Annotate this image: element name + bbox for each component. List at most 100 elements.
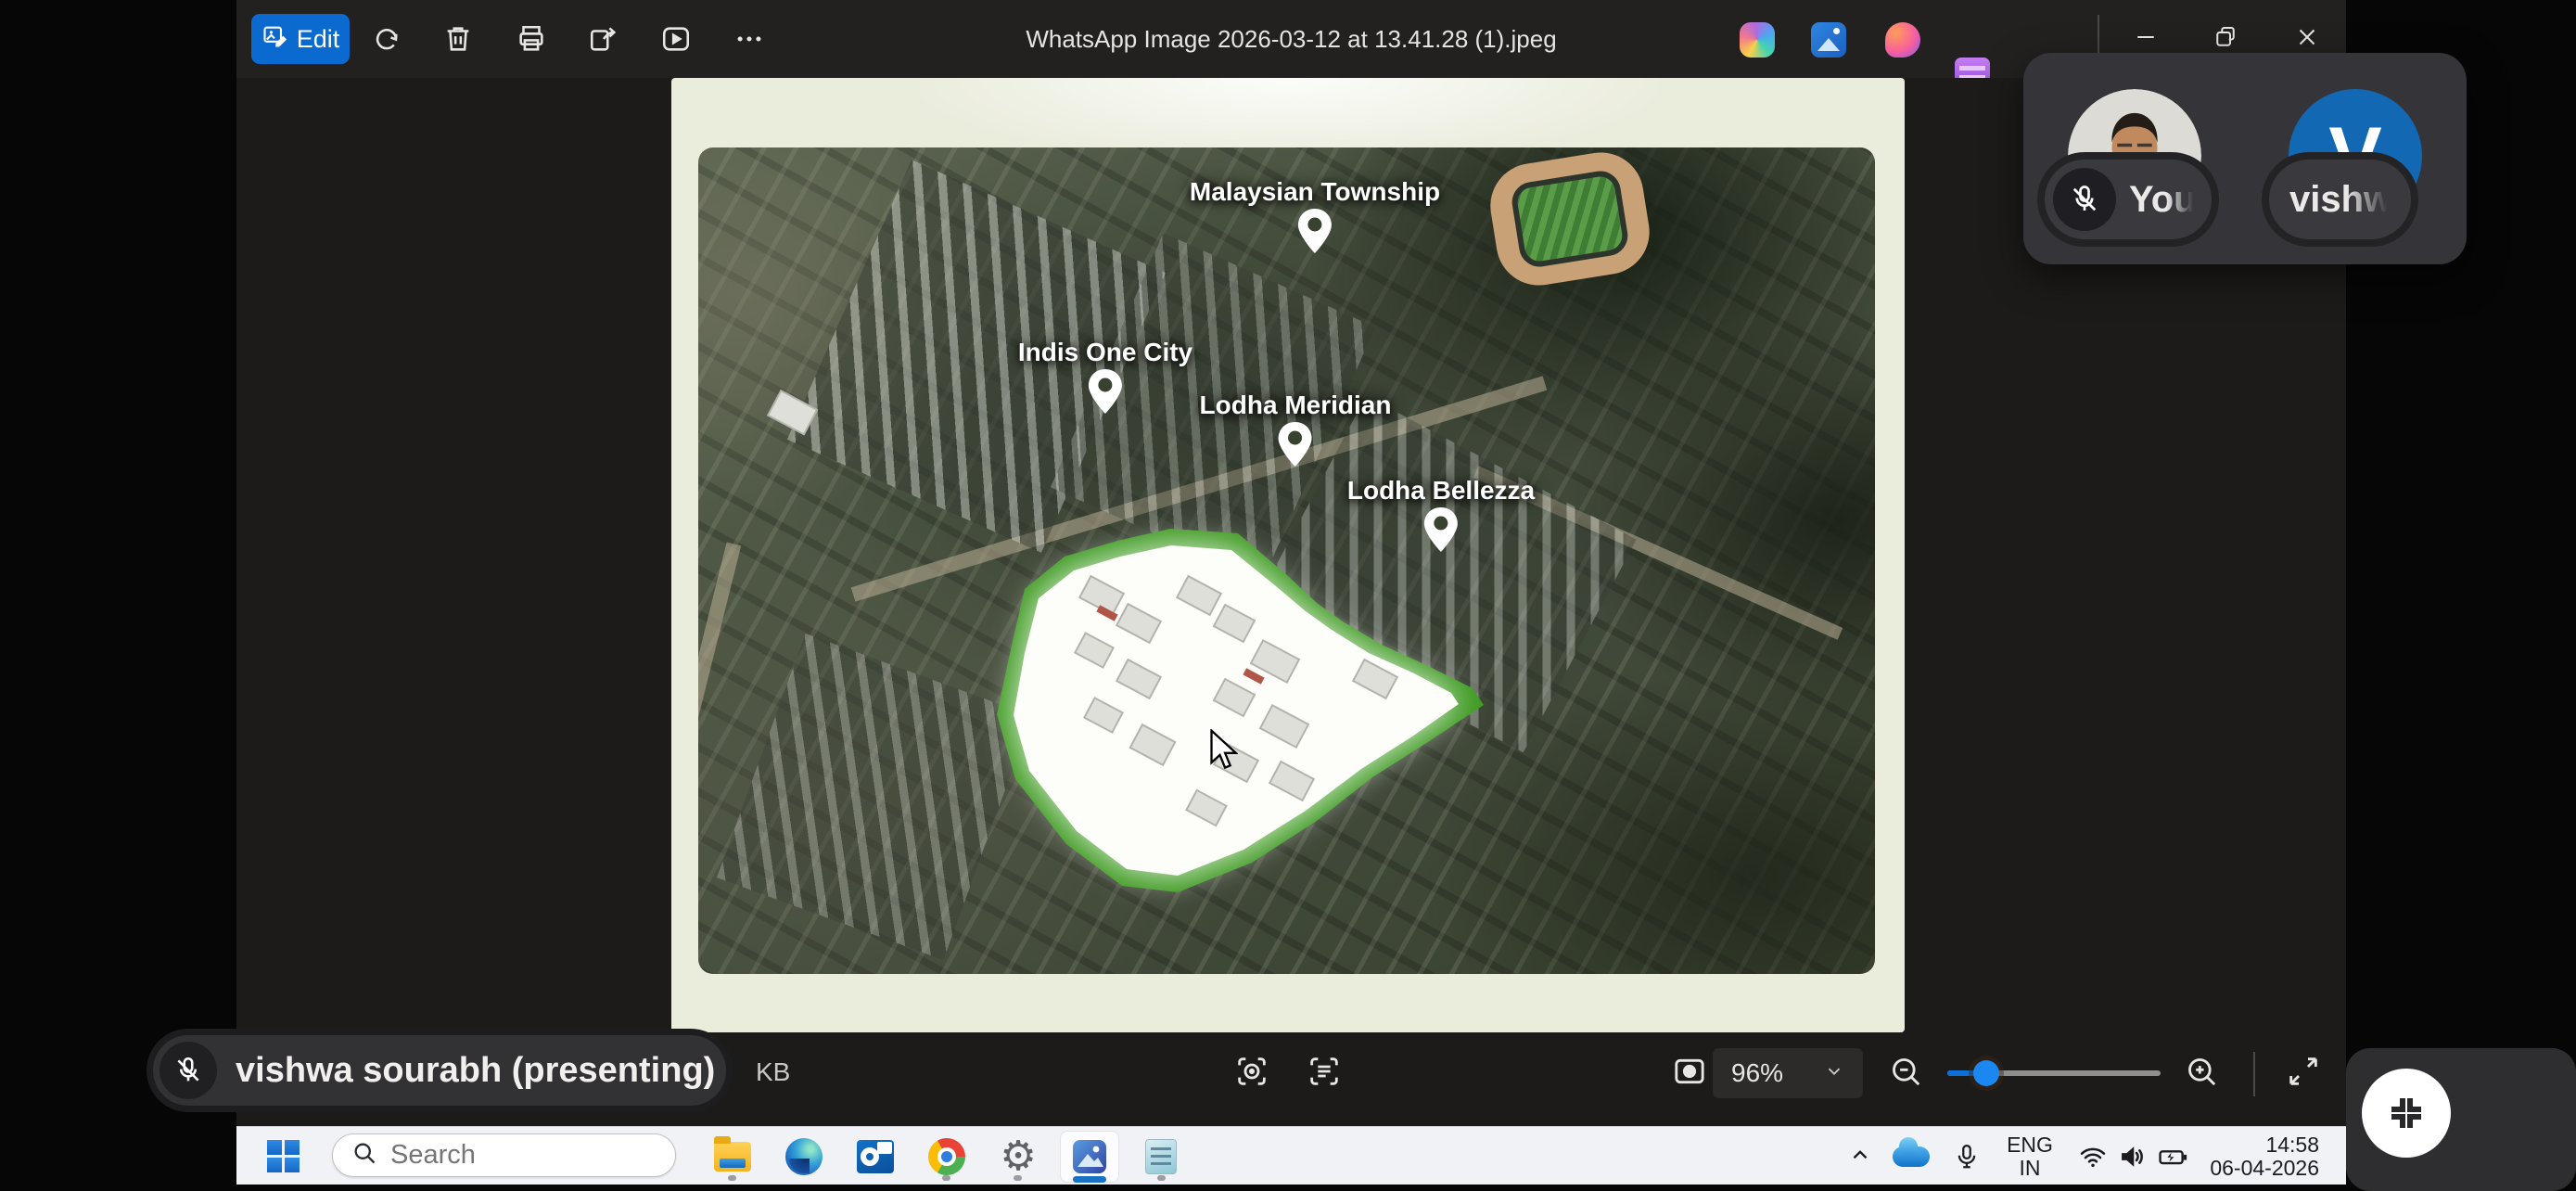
running-indicator: [1014, 1175, 1022, 1181]
share-button[interactable]: [581, 17, 626, 61]
search-input[interactable]: [390, 1140, 641, 1171]
language-line2: IN: [2001, 1157, 2059, 1180]
copilot-icon[interactable]: [1740, 22, 1775, 58]
map-pin-malaysian-township: Malaysian Township: [1190, 177, 1440, 257]
photos-taskbar-icon[interactable]: [1067, 1134, 1112, 1179]
print-button[interactable]: [509, 17, 554, 61]
participant-tile-vishw[interactable]: vishw: [2269, 160, 2411, 239]
participant-name: vishw: [2289, 179, 2392, 221]
print-icon: [516, 23, 547, 55]
zoom-level-dropdown[interactable]: 96%: [1713, 1048, 1863, 1098]
running-indicator: [942, 1175, 950, 1181]
slideshow-icon: [660, 23, 692, 55]
collapse-button[interactable]: [2362, 1069, 2451, 1158]
restore-icon: [2212, 23, 2239, 56]
file-size-label: KB: [756, 1057, 790, 1087]
satellite-map-image: Malaysian Township Indis One City Lodha …: [698, 147, 1875, 974]
onedrive-icon[interactable]: [1891, 1134, 1932, 1179]
location-pin-icon: [1295, 207, 1334, 257]
rotate-icon: [371, 23, 402, 55]
pin-label: Lodha Meridian: [1200, 391, 1392, 420]
tray-time: 14:58: [2184, 1133, 2319, 1157]
windows-taskbar: ⚙ ENG IN: [236, 1126, 2346, 1185]
pin-label: Lodha Bellezza: [1347, 476, 1535, 506]
pin-label: Malaysian Township: [1190, 177, 1440, 207]
photos-active-indicator: [1073, 1176, 1106, 1183]
settings-icon[interactable]: ⚙: [996, 1134, 1040, 1179]
volume-icon[interactable]: [2112, 1134, 2153, 1179]
zoom-slider-thumb[interactable]: [1973, 1060, 1999, 1086]
zoom-slider[interactable]: [1947, 1070, 2161, 1076]
chrome-icon[interactable]: [925, 1134, 969, 1179]
slideshow-button[interactable]: [654, 17, 698, 61]
rotate-button[interactable]: [364, 17, 409, 61]
fit-to-window-button[interactable]: [1665, 1049, 1714, 1097]
location-pin-icon: [1086, 367, 1125, 417]
map-pin-lodha-meridian: Lodha Meridian: [1200, 391, 1392, 470]
notepad-icon[interactable]: [1139, 1134, 1183, 1179]
visual-search-button[interactable]: [1228, 1049, 1276, 1097]
presenter-name: vishwa sourabh (presenting): [236, 1051, 715, 1091]
chevron-up-icon: [1848, 1143, 1872, 1172]
fit-to-window-icon: [1671, 1053, 1708, 1095]
minimize-icon: [2132, 23, 2160, 56]
fullscreen-icon: [2285, 1053, 2322, 1095]
participants-panel: You V vishw: [2023, 53, 2467, 264]
wifi-icon[interactable]: [2072, 1134, 2113, 1179]
taskbar-search[interactable]: [332, 1133, 676, 1177]
tray-date: 06-04-2026: [2184, 1157, 2319, 1180]
running-indicator: [728, 1175, 736, 1181]
zoom-level-value: 96%: [1731, 1058, 1783, 1088]
language-indicator[interactable]: ENG IN: [2001, 1133, 2059, 1180]
visual-search-icon: [1233, 1053, 1270, 1095]
mic-muted-badge: [159, 1042, 217, 1099]
participant-tile-you[interactable]: You: [2045, 160, 2212, 239]
presented-slide: Malaysian Township Indis One City Lodha …: [671, 78, 1905, 1032]
edge-icon[interactable]: [782, 1134, 826, 1179]
delete-button[interactable]: [436, 17, 480, 61]
close-icon: [2293, 23, 2321, 56]
photos-icon: [1070, 1137, 1109, 1176]
search-icon: [351, 1140, 377, 1171]
zoom-in-button[interactable]: [2177, 1049, 2225, 1097]
mouse-cursor: [1206, 729, 1238, 772]
delete-icon: [442, 23, 474, 55]
master-plan-overlay: [698, 147, 1875, 974]
map-pin-indis-one-city: Indis One City: [1018, 338, 1192, 417]
chevron-down-icon: [1824, 1058, 1844, 1088]
mic-off-icon: [2068, 183, 2101, 216]
location-pin-icon: [1422, 506, 1460, 556]
mic-muted-badge: [2053, 168, 2116, 231]
designer-icon[interactable]: [1885, 22, 1920, 58]
meet-call-screen: Edit WhatsApp Image 2026-03-12 at 13.41.…: [0, 0, 2576, 1191]
outlook-icon[interactable]: [853, 1134, 898, 1179]
zoom-out-button[interactable]: [1881, 1049, 1930, 1097]
mic-off-icon: [172, 1055, 204, 1086]
text-extract-button[interactable]: [1300, 1049, 1348, 1097]
microphone-icon[interactable]: [1946, 1134, 1987, 1179]
edit-icon: [261, 23, 287, 56]
clock[interactable]: 14:58 06-04-2026: [2184, 1133, 2319, 1180]
zoom-out-icon: [1887, 1053, 1924, 1095]
photos-icon[interactable]: [1811, 22, 1846, 58]
zoom-in-icon: [2183, 1053, 2220, 1095]
more-button[interactable]: [727, 17, 772, 61]
tray-chevron-button[interactable]: [1840, 1134, 1881, 1179]
file-explorer-icon[interactable]: [710, 1134, 755, 1179]
share-icon: [588, 23, 619, 55]
language-line1: ENG: [2001, 1133, 2059, 1157]
pip-panel: [2346, 1048, 2576, 1191]
fullscreen-button[interactable]: [2279, 1049, 2327, 1097]
more-icon: [733, 23, 765, 55]
text-extract-icon: [1306, 1053, 1343, 1095]
edit-button[interactable]: Edit: [251, 14, 350, 64]
pin-label: Indis One City: [1018, 338, 1192, 367]
collapse-icon: [2384, 1091, 2429, 1135]
participant-name: You: [2129, 179, 2197, 221]
edit-button-label: Edit: [297, 25, 340, 54]
start-button[interactable]: [267, 1140, 300, 1173]
presenter-pill[interactable]: vishwa sourabh (presenting): [153, 1035, 726, 1106]
map-pin-lodha-bellezza: Lodha Bellezza: [1347, 476, 1535, 556]
statusbar-divider: [2253, 1052, 2255, 1096]
location-pin-icon: [1276, 420, 1315, 470]
